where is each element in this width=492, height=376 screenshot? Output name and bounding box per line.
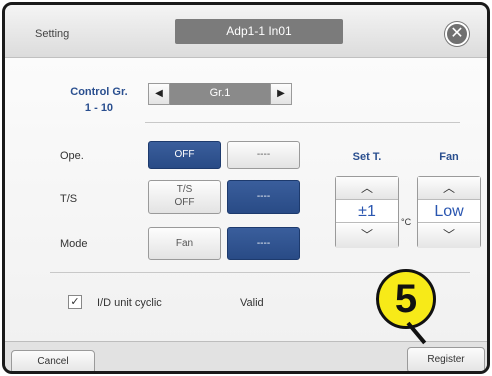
ope-off-button[interactable]: OFF: [148, 141, 221, 169]
set-temp-value: ±1: [336, 199, 398, 223]
step-number-badge: 5: [376, 269, 436, 329]
set-temp-label: Set T.: [352, 151, 382, 163]
cyclic-checkbox[interactable]: ✓: [68, 295, 82, 309]
ts-dash-button[interactable]: ----: [227, 180, 300, 214]
control-group-value: Gr.1: [170, 83, 270, 105]
set-temp-up-button[interactable]: ︿: [336, 177, 398, 199]
setting-dialog: Setting Adp1-1 In01 ✕ Control Gr. 1 - 10…: [2, 2, 490, 374]
set-temp-down-button[interactable]: ﹀: [336, 224, 398, 248]
ts-off-line1: T/S: [176, 184, 193, 195]
fan-spinner: ︿ Low ﹀: [417, 176, 481, 248]
close-icon[interactable]: ✕: [445, 22, 469, 46]
cyclic-label: I/D unit cyclic: [97, 297, 162, 309]
fan-label: Fan: [439, 151, 459, 163]
ts-label: T/S: [60, 193, 78, 205]
cancel-button[interactable]: Cancel: [11, 350, 95, 371]
control-group-label: Control Gr.: [70, 86, 128, 98]
next-group-button[interactable]: ▶: [270, 83, 292, 105]
mode-fan-button[interactable]: Fan: [148, 227, 221, 260]
dialog-title: Setting: [35, 28, 70, 40]
fan-value: Low: [418, 199, 480, 223]
title-bar: Setting Adp1-1 In01 ✕: [5, 5, 487, 57]
fan-up-button[interactable]: ︿: [418, 177, 480, 199]
divider-top: [145, 122, 460, 123]
ts-off-line2: OFF: [174, 197, 195, 208]
ts-off-button[interactable]: T/S OFF: [148, 180, 221, 214]
mode-dash-button[interactable]: ----: [227, 227, 300, 260]
cyclic-status: Valid: [240, 297, 264, 309]
footer-bar: Cancel Register: [5, 341, 487, 371]
prev-group-button[interactable]: ◀: [148, 83, 170, 105]
control-group-range: 1 - 10: [84, 102, 114, 114]
set-temp-spinner: ︿ ±1 ﹀: [335, 176, 399, 248]
fan-down-button[interactable]: ﹀: [418, 224, 480, 248]
ope-label: Ope.: [60, 150, 84, 162]
temp-unit: °C: [401, 217, 412, 227]
unit-title: Adp1-1 In01: [175, 19, 343, 44]
register-button[interactable]: Register: [407, 347, 485, 371]
mode-label: Mode: [60, 238, 88, 250]
ope-dash-button[interactable]: ----: [227, 141, 300, 169]
